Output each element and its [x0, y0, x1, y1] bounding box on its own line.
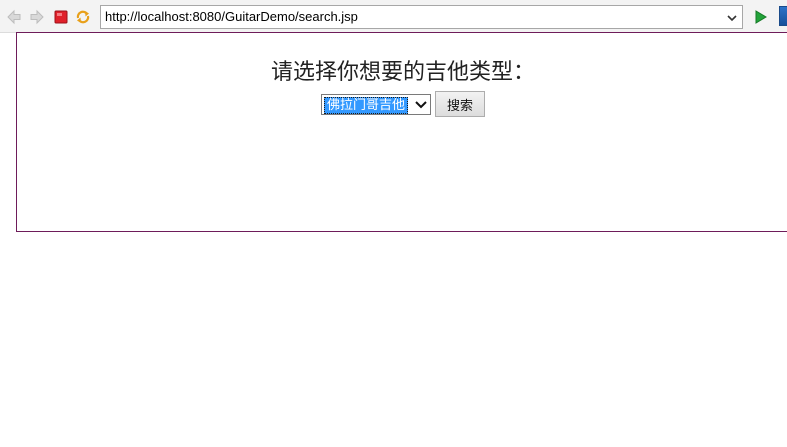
url-text[interactable]: http://localhost:8080/GuitarDemo/search.…	[105, 9, 358, 24]
guitar-type-select[interactable]: 佛拉门哥吉他	[321, 94, 431, 115]
search-button[interactable]: 搜索	[435, 91, 485, 117]
page-heading: 请选择你想要的吉他类型：	[270, 60, 535, 85]
forward-arrow-icon[interactable]	[29, 9, 45, 25]
go-play-icon[interactable]	[752, 9, 768, 25]
back-arrow-icon[interactable]	[6, 9, 22, 25]
address-bar[interactable]: http://localhost:8080/GuitarDemo/search.…	[100, 5, 743, 29]
page-frame: 请选择你想要的吉他类型： 佛拉门哥吉他 搜索	[16, 32, 787, 232]
stop-icon[interactable]	[53, 9, 69, 25]
refresh-icon[interactable]	[75, 9, 91, 25]
browser-toolbar: http://localhost:8080/GuitarDemo/search.…	[0, 0, 787, 33]
toolbar-extension-icon[interactable]	[779, 6, 787, 26]
chevron-down-icon[interactable]	[413, 97, 429, 112]
guitar-type-selected-value[interactable]: 佛拉门哥吉他	[324, 97, 409, 114]
chevron-down-icon[interactable]	[725, 10, 739, 24]
